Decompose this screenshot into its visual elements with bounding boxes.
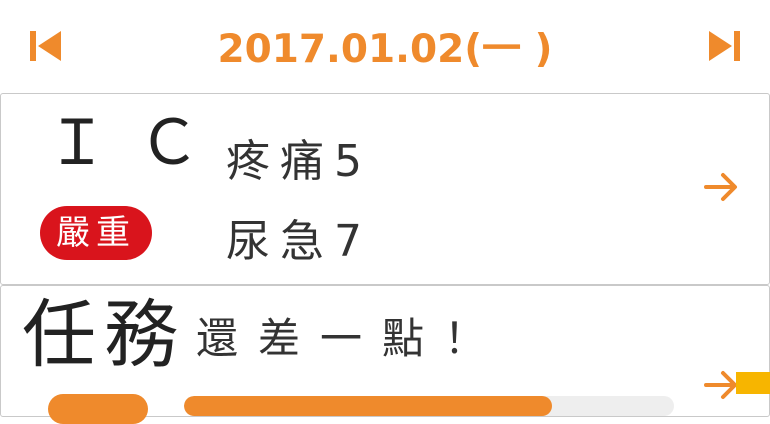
symptom-value: 5 (334, 136, 372, 187)
side-tab[interactable] (736, 372, 770, 394)
symptom-value: 7 (334, 216, 372, 267)
task-progress-bar (184, 396, 674, 416)
skip-next-icon (709, 31, 740, 61)
ic-detail-button[interactable] (702, 167, 742, 207)
arrow-right-icon (704, 173, 737, 201)
date-title: 2017.01.02(一 ) (217, 27, 553, 72)
ic-title: ＩＣ (46, 106, 231, 179)
symptom-label: 尿急 (226, 216, 334, 267)
symptom-label: 疼痛 (226, 136, 334, 187)
task-title: 任務 (22, 292, 186, 378)
symptom-urgency: 尿急7 (226, 220, 372, 264)
task-progress-fill (184, 396, 552, 416)
next-day-button[interactable] (703, 26, 743, 66)
task-badge (48, 394, 148, 424)
date-header: 2017.01.02(一 ) (0, 0, 770, 92)
severity-badge: 嚴重 (40, 206, 152, 260)
task-message: 還差一點！ (196, 314, 507, 363)
symptom-pain: 疼痛5 (226, 140, 372, 184)
